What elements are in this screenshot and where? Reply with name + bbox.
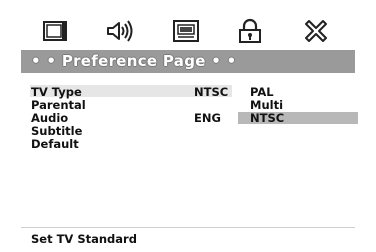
video-settings-icon	[172, 19, 200, 47]
tab-video[interactable]	[169, 19, 203, 47]
tab-general[interactable]	[39, 19, 73, 47]
option-label: NTSC	[250, 111, 285, 125]
menu-item-tv-type[interactable]: TV Type	[31, 86, 82, 98]
menu-item-parental[interactable]: Parental	[31, 99, 86, 111]
menu-item-label: Audio	[31, 111, 69, 125]
tab-bar	[21, 8, 355, 50]
option-label: Multi	[250, 98, 284, 112]
page-title: • • Preference Page • •	[31, 52, 237, 70]
menu-item-audio[interactable]: Audio	[31, 112, 68, 124]
menu-item-subtitle[interactable]: Subtitle	[31, 125, 82, 137]
page-title-bar: • • Preference Page • •	[21, 50, 355, 73]
option-multi[interactable]: Multi	[238, 99, 358, 111]
audio-value: ENG	[194, 111, 221, 125]
menu-item-label: Default	[31, 137, 79, 151]
menu-item-label: TV Type	[31, 85, 82, 99]
tab-audio[interactable]	[103, 19, 137, 47]
lock-icon	[237, 18, 263, 48]
close-icon	[303, 19, 329, 47]
status-bar: Set TV Standard	[21, 227, 355, 249]
option-label: PAL	[250, 85, 274, 99]
tv-type-value: NTSC	[194, 85, 229, 99]
speaker-icon	[105, 19, 135, 47]
option-ntsc[interactable]: NTSC	[238, 112, 358, 124]
menu-item-label: Parental	[31, 98, 86, 112]
tab-exit[interactable]	[299, 19, 333, 47]
menu-item-default[interactable]: Default	[31, 138, 79, 150]
option-pal[interactable]: PAL	[238, 86, 358, 98]
monitor-icon	[42, 20, 70, 46]
tab-parental[interactable]	[233, 18, 267, 48]
status-text: Set TV Standard	[31, 232, 137, 246]
menu-item-label: Subtitle	[31, 124, 83, 138]
